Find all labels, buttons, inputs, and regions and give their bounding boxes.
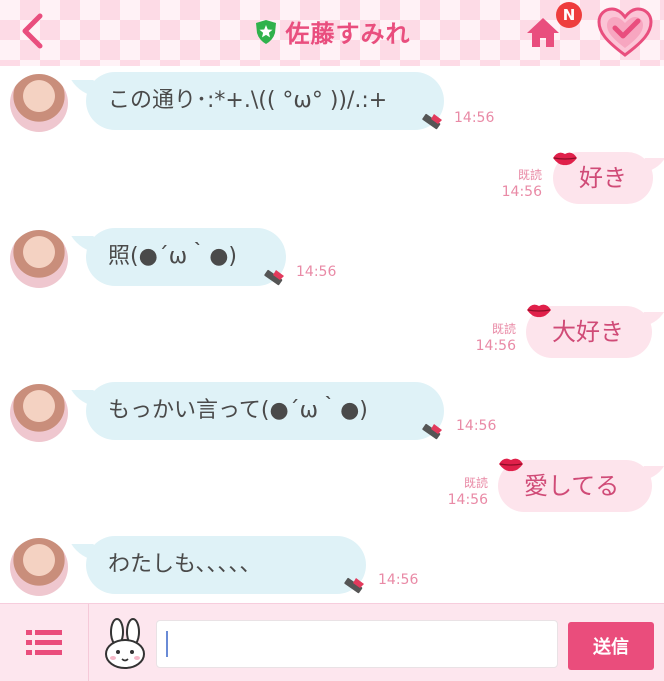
incoming-message: もっかい言って(●´ω｀●) xyxy=(86,382,444,440)
lips-icon xyxy=(499,458,523,472)
lipstick-icon xyxy=(422,113,442,130)
message-text: 好き xyxy=(579,164,627,192)
message-time: 14:56 xyxy=(447,492,488,508)
message-text: もっかい言って(●´ω｀●) xyxy=(108,398,368,423)
text-caret xyxy=(166,631,168,657)
lips-icon xyxy=(527,304,551,318)
chat-log[interactable]: この通り･:*+.\(( °ω° ))/.:+ 14:56 既読 14:56 好… xyxy=(0,66,664,603)
message-text: 大好き xyxy=(552,318,624,346)
message-text: 照(●´ω｀●) xyxy=(108,244,237,269)
message-time: 14:56 xyxy=(454,110,495,126)
menu-button[interactable] xyxy=(0,604,89,681)
message-time: 14:56 xyxy=(378,572,419,588)
shield-star-icon xyxy=(255,19,276,44)
message-input[interactable] xyxy=(156,620,558,668)
lipstick-icon xyxy=(344,577,364,594)
incoming-message: 照(●´ω｀●) xyxy=(86,228,286,286)
read-receipt: 既読 xyxy=(463,476,488,490)
favorite-button[interactable] xyxy=(596,6,654,58)
message-time: 14:56 xyxy=(456,418,497,434)
input-bar: 送信 xyxy=(0,603,664,681)
message-time: 14:56 xyxy=(296,264,337,280)
page-title: 佐藤すみれ xyxy=(285,20,411,48)
message-time: 14:56 xyxy=(475,338,516,354)
avatar[interactable] xyxy=(10,538,68,596)
lips-icon xyxy=(553,152,577,166)
menu-list-icon xyxy=(26,629,62,655)
rabbit-sticker-icon[interactable] xyxy=(100,618,150,670)
avatar[interactable] xyxy=(10,230,68,288)
lipstick-icon xyxy=(422,423,442,440)
message-text: 愛してる xyxy=(524,472,620,500)
read-receipt: 既読 xyxy=(517,168,542,182)
message-text: わたしも、、、、、 xyxy=(108,552,262,577)
notification-badge: N xyxy=(556,2,582,28)
lipstick-icon xyxy=(264,269,284,286)
incoming-message: この通り･:*+.\(( °ω° ))/.:+ xyxy=(86,72,444,130)
message-text: この通り･:*+.\(( °ω° ))/.:+ xyxy=(108,88,388,113)
send-button[interactable]: 送信 xyxy=(568,622,654,670)
message-time: 14:56 xyxy=(501,184,542,200)
incoming-message: わたしも、、、、、 xyxy=(86,536,366,594)
avatar[interactable] xyxy=(10,384,68,442)
read-receipt: 既読 xyxy=(491,322,516,336)
heart-check-icon xyxy=(597,7,653,57)
avatar[interactable] xyxy=(10,74,68,132)
chat-header: 佐藤すみれ N xyxy=(0,0,664,66)
